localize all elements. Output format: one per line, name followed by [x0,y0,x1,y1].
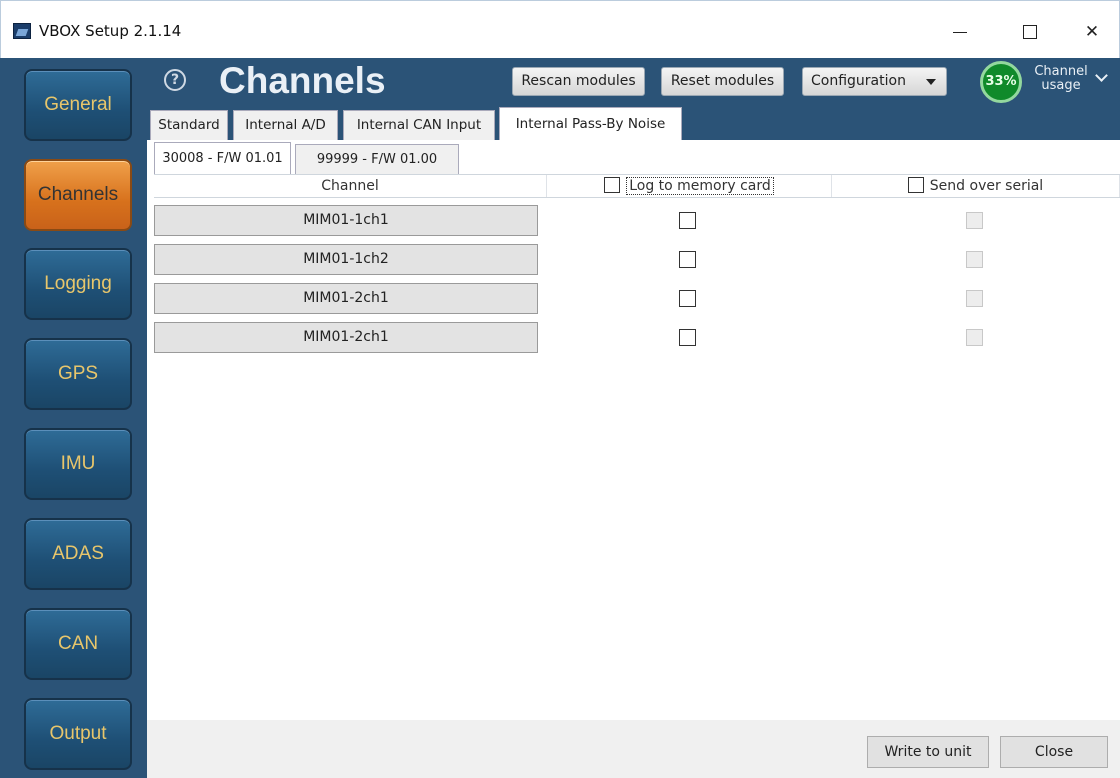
tab-module-30008[interactable]: 30008 - F/W 01.01 [154,142,291,174]
column-header-log[interactable]: Log to memory card [547,175,832,197]
send-over-serial-label: Send over serial [929,178,1044,194]
table-row: MIM01-1ch1 [154,205,1120,237]
sidebar-item-gps[interactable]: GPS [24,338,132,410]
sidebar-item-imu[interactable]: IMU [24,428,132,500]
sidebar-item-logging[interactable]: Logging [24,248,132,320]
log-all-checkbox[interactable] [604,177,621,193]
log-checkbox[interactable] [679,212,696,229]
column-header-channel: Channel [154,175,547,197]
app-logo-icon [13,23,31,39]
write-to-unit-button[interactable]: Write to unit [867,736,989,768]
channel-button[interactable]: MIM01-1ch2 [154,244,538,275]
serial-checkbox [966,329,983,346]
channel-usage-gauge: 33% [980,61,1022,103]
serial-checkbox [966,212,983,229]
maximize-button[interactable] [1007,13,1053,51]
tab-standard[interactable]: Standard [150,110,228,140]
sidebar-item-can[interactable]: CAN [24,608,132,680]
channel-usage-label[interactable]: Channel usage [1024,65,1098,93]
footer-bar: Write to unit Close [147,720,1120,778]
serial-all-checkbox[interactable] [907,177,924,193]
window-title: VBOX Setup 2.1.14 [39,22,182,40]
log-to-memory-card-label: Log to memory card [626,177,774,195]
sidebar-item-adas[interactable]: ADAS [24,518,132,590]
table-row: MIM01-2ch1 [154,283,1120,315]
column-header-serial[interactable]: Send over serial [832,175,1120,197]
serial-checkbox [966,251,983,268]
channel-button[interactable]: MIM01-1ch1 [154,205,538,236]
usage-label-line1: Channel [1034,64,1088,79]
tab-internal-can-input[interactable]: Internal CAN Input [343,110,495,140]
sidebar-item-channels[interactable]: Channels [24,159,132,231]
log-checkbox[interactable] [679,290,696,307]
configuration-dropdown[interactable]: Configuration [802,67,947,96]
table-row: MIM01-1ch2 [154,244,1120,276]
tab-module-99999[interactable]: 99999 - F/W 01.00 [295,144,459,174]
maximize-icon [1023,25,1037,39]
minimize-button[interactable] [937,13,983,51]
grid-header: Channel Log to memory card Send over ser… [154,174,1120,198]
close-button[interactable]: Close [1000,736,1108,768]
chevron-down-icon [926,79,936,85]
channel-button[interactable]: MIM01-2ch1 [154,322,538,353]
serial-checkbox [966,290,983,307]
log-checkbox[interactable] [679,251,696,268]
rescan-modules-button[interactable]: Rescan modules [512,67,645,96]
configuration-label: Configuration [811,73,906,89]
tab-internal-pass-by-noise[interactable]: Internal Pass-By Noise [499,107,682,140]
reset-modules-button[interactable]: Reset modules [661,67,784,96]
sidebar-item-general[interactable]: General [24,69,132,141]
help-icon[interactable]: ? [164,69,186,91]
close-window-button[interactable]: ✕ [1069,13,1115,51]
usage-label-line2: usage [1041,78,1081,93]
channel-button[interactable]: MIM01-2ch1 [154,283,538,314]
page-title: Channels [219,60,386,101]
sidebar-item-output[interactable]: Output [24,698,132,770]
close-icon: ✕ [1084,22,1100,42]
channels-panel: 30008 - F/W 01.01 99999 - F/W 01.00 Chan… [147,140,1120,720]
sidebar: General Channels Logging GPS IMU ADAS CA… [0,58,147,778]
minimize-icon [953,31,967,33]
table-row: MIM01-2ch1 [154,322,1120,354]
log-checkbox[interactable] [679,329,696,346]
tab-internal-ad[interactable]: Internal A/D [233,110,338,140]
title-bar: VBOX Setup 2.1.14 ✕ [0,0,1120,58]
